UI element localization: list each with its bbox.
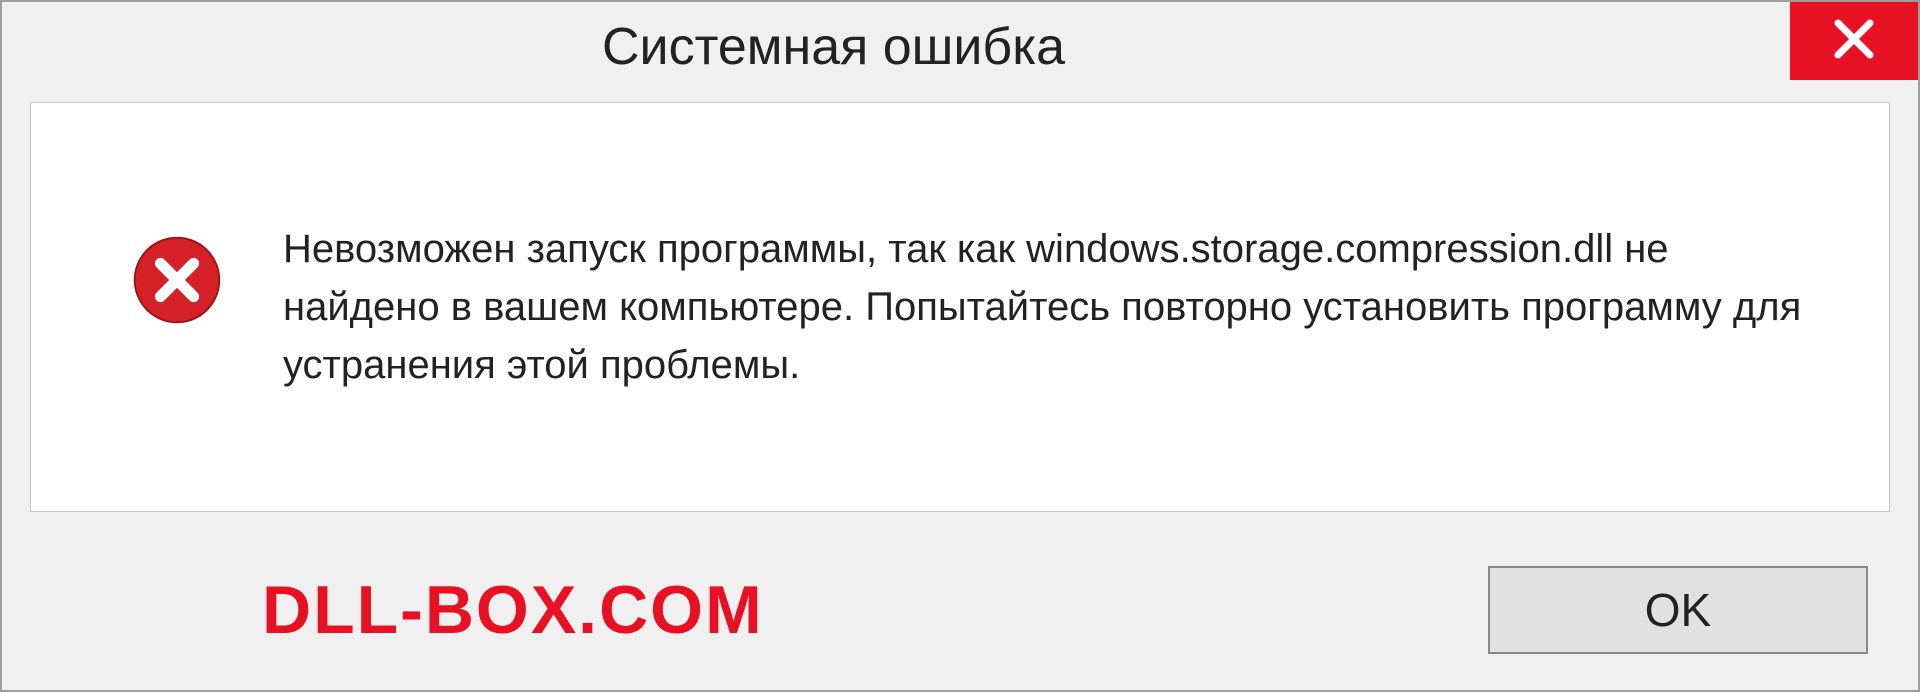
ok-button[interactable]: OK — [1488, 566, 1868, 654]
dialog-title: Системная ошибка — [602, 17, 1065, 77]
error-icon — [131, 234, 223, 331]
watermark-text: DLL-BOX.COM — [262, 571, 764, 649]
close-button[interactable] — [1790, 2, 1918, 80]
error-message: Невозможен запуск программы, так как win… — [283, 220, 1829, 394]
error-dialog: Системная ошибка Невозможен запуск прогр… — [0, 0, 1920, 692]
footer: DLL-BOX.COM OK — [2, 530, 1918, 690]
close-icon — [1830, 15, 1878, 68]
titlebar: Системная ошибка — [2, 2, 1918, 92]
content-panel: Невозможен запуск программы, так как win… — [30, 102, 1890, 512]
